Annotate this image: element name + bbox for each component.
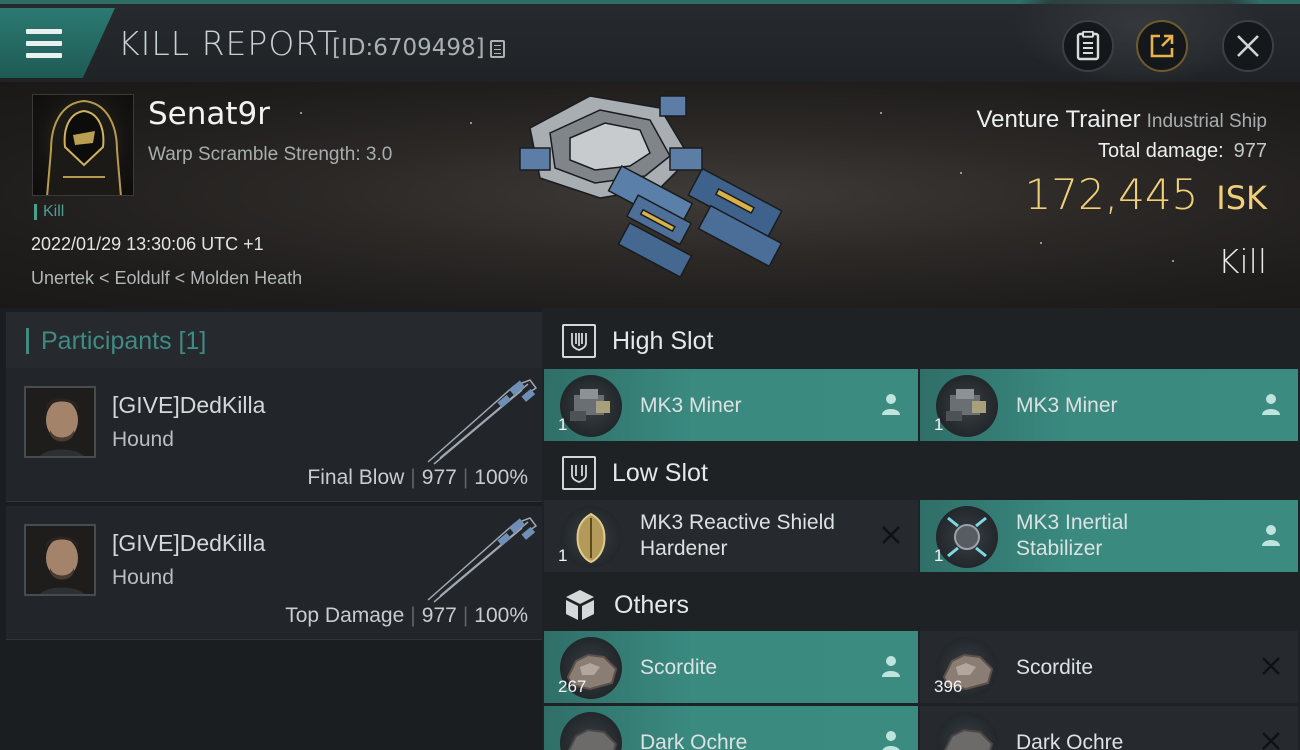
share-icon	[1150, 34, 1174, 58]
person-icon	[882, 394, 900, 415]
destroyed-x-icon	[882, 526, 900, 544]
item-name: Scordite	[1016, 656, 1094, 679]
isk-value: 172,445	[1024, 170, 1199, 219]
warp-scramble-strength: Warp Scramble Strength: 3.0	[148, 144, 393, 165]
participant-row[interactable]: [GIVE]DedKilla Hound Final Blow | 977 | 100%	[6, 368, 542, 502]
copy-icon[interactable]	[490, 40, 505, 58]
fitting-item[interactable]: 1 MK3 Miner	[544, 369, 918, 441]
hooded-figure-image	[46, 99, 122, 195]
pilot-face-image	[26, 526, 94, 594]
destroyed-x-icon	[1262, 657, 1280, 675]
ore-icon	[936, 712, 998, 750]
item-quantity: 1	[558, 415, 568, 434]
menu-button[interactable]	[0, 8, 115, 78]
avatar[interactable]	[24, 524, 96, 596]
total-damage-value: 977	[1233, 140, 1267, 162]
victim-header: Senat9r Warp Scramble Strength: 3.0 Kill…	[0, 82, 1300, 308]
victim-portrait[interactable]	[32, 94, 134, 196]
item-quantity: 267	[558, 677, 587, 696]
result-label: Kill	[1217, 242, 1267, 281]
shield-hardener-icon	[560, 506, 622, 568]
hound-ship-image	[427, 379, 538, 465]
ship-class: Industrial Ship	[1146, 111, 1267, 132]
item-name: MK3 Miner	[640, 394, 742, 417]
high-slot-icon	[562, 324, 596, 358]
total-damage: Total damage: 977	[1098, 140, 1267, 163]
high-slot-title: High Slot	[612, 326, 714, 355]
cube-icon	[566, 590, 594, 620]
kill-location: Unertek < Eoldulf < Molden Heath	[31, 268, 303, 288]
fitting-item[interactable]: 396 Scordite	[920, 631, 1298, 703]
close-icon	[1237, 35, 1259, 57]
clipboard-button[interactable]	[1062, 20, 1114, 72]
pilot-face-image	[26, 388, 94, 456]
page-title: KILL REPORT	[118, 24, 338, 63]
fitting-item[interactable]: 1 MK3 Reactive Shield Hardener	[544, 500, 918, 572]
participant-ship: Hound	[112, 428, 174, 451]
victim-name: Senat9r	[148, 96, 271, 132]
participant-role: Top Damage	[285, 604, 405, 627]
title-bar: KILL REPORT [ID:6709498]	[0, 0, 1300, 84]
isk-value-row: 172,445 ISK	[1025, 170, 1267, 219]
participant-damage: 977	[421, 466, 457, 489]
inertial-stabilizer-icon	[936, 506, 998, 568]
item-name: Scordite	[640, 656, 718, 679]
participant-name: [GIVE]DedKilla	[112, 392, 266, 418]
kill-timestamp: 2022/01/29 13:30:06 UTC +1	[31, 234, 264, 254]
person-icon	[882, 731, 900, 750]
close-button[interactable]	[1222, 20, 1274, 72]
mining-laser-icon	[936, 375, 998, 437]
low-slot-title: Low Slot	[612, 458, 708, 487]
participant-ship: Hound	[112, 566, 174, 589]
participant-stats: Final Blow | 977 | 100%	[307, 466, 528, 489]
item-quantity: 1	[934, 546, 944, 565]
total-damage-label: Total damage:	[1097, 140, 1224, 162]
fitting-panel: High Slot 1 MK3 Miner 1 MK3 Miner Low Sl…	[542, 308, 1300, 750]
participant-role: Final Blow	[307, 466, 405, 489]
item-quantity: 1	[558, 546, 568, 565]
fitting-item[interactable]: 1 MK3 Miner	[920, 369, 1298, 441]
participants-panel: Participants [1] [GIVE]DedKilla Hound Fi…	[0, 308, 542, 750]
ship-type-name: Venture Trainer	[976, 106, 1141, 133]
high-slot-header: High Slot	[542, 312, 1300, 370]
person-icon	[882, 656, 900, 677]
participant-row[interactable]: [GIVE]DedKilla Hound Top Damage | 977 | 100%	[6, 506, 542, 640]
participants-header: Participants [1]	[6, 312, 542, 370]
low-slot-icon	[562, 456, 596, 490]
participants-title: Participants [1]	[26, 328, 206, 354]
participant-name: [GIVE]DedKilla	[112, 530, 266, 556]
destroyed-x-icon	[1262, 732, 1280, 750]
isk-unit: ISK	[1216, 179, 1267, 217]
kill-id: [ID:6709498]	[332, 35, 485, 61]
fitting-item[interactable]: Dark Ochre	[544, 706, 918, 750]
item-name: MK3 Miner	[1016, 394, 1118, 417]
hound-ship-image	[427, 517, 538, 603]
mining-laser-icon	[560, 375, 622, 437]
ore-icon	[560, 712, 622, 750]
participant-percent: 100%	[474, 466, 528, 489]
clipboard-icon	[1076, 31, 1100, 61]
person-icon	[1262, 525, 1280, 546]
share-button[interactable]	[1136, 20, 1188, 72]
item-name: Dark Ochre	[1016, 731, 1124, 750]
item-name: MK3 Reactive Shield Hardener	[640, 511, 835, 560]
fitting-item[interactable]: 1 MK3 Inertial Stabilizer	[920, 500, 1298, 572]
participant-stats: Top Damage | 977 | 100%	[285, 604, 528, 627]
others-header: Others	[542, 576, 1300, 634]
participant-percent: 100%	[474, 604, 528, 627]
others-title: Others	[614, 590, 690, 619]
item-quantity: 1	[934, 415, 944, 434]
low-slot-header: Low Slot	[542, 444, 1300, 502]
ship-name: Venture Trainer Industrial Ship	[976, 106, 1267, 134]
fitting-item[interactable]: Dark Ochre	[920, 706, 1298, 750]
avatar[interactable]	[24, 386, 96, 458]
item-name: MK3 Inertial Stabilizer	[1016, 511, 1129, 560]
item-name: Dark Ochre	[640, 731, 748, 750]
participant-damage: 977	[421, 604, 457, 627]
item-quantity: 396	[934, 677, 963, 696]
person-icon	[1262, 394, 1280, 415]
kill-tag: Kill	[34, 204, 64, 220]
venture-ship-image	[519, 95, 783, 279]
fitting-item[interactable]: 267 Scordite	[544, 631, 918, 703]
